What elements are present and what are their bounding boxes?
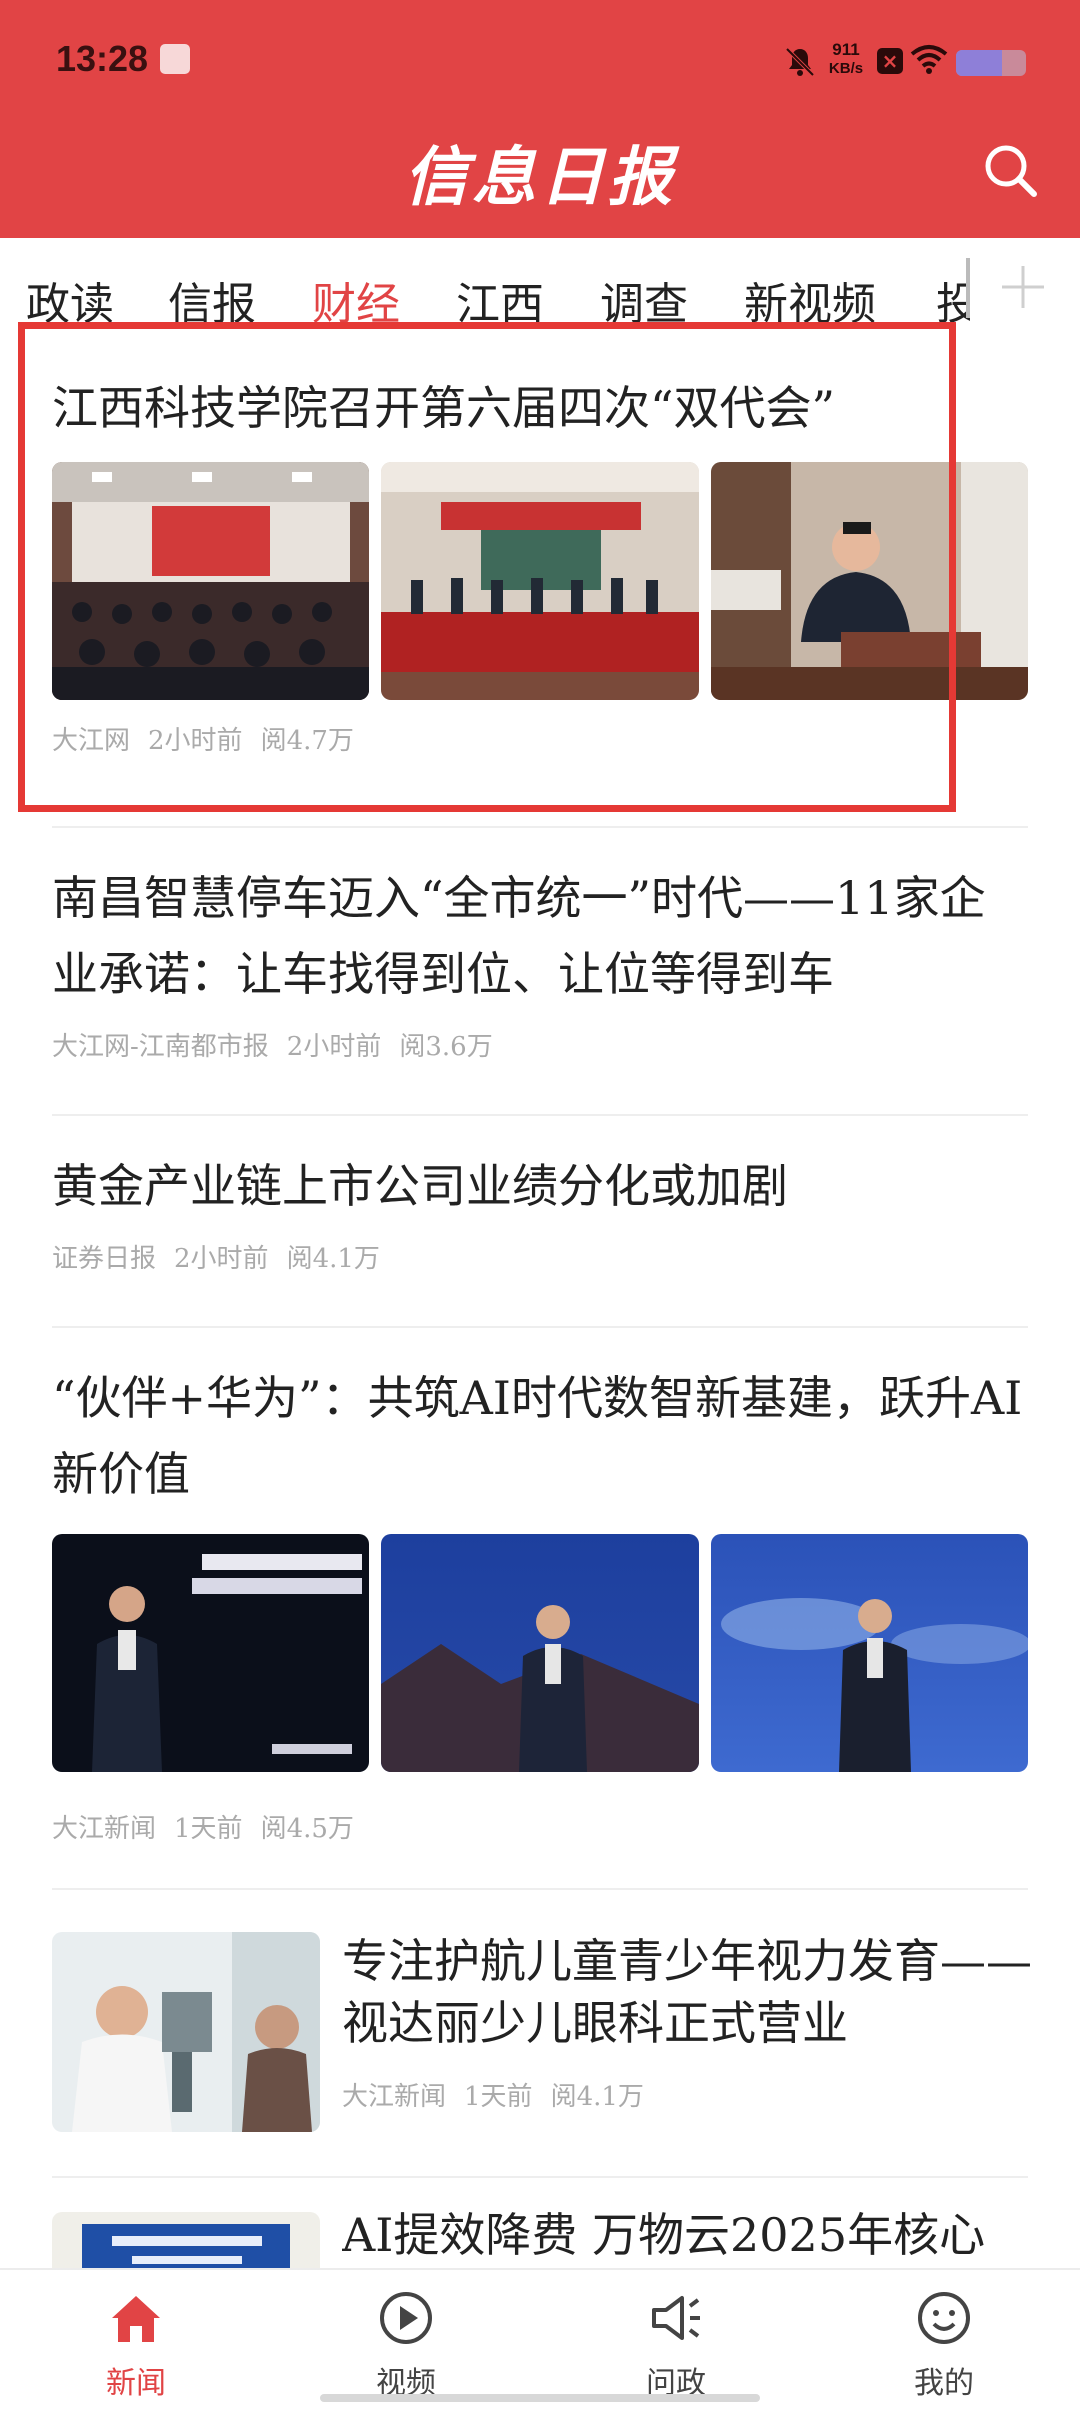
app-header: 13:28 911 KB/s × 信息日报 bbox=[0, 0, 1080, 238]
news-time: 2小时前 bbox=[148, 726, 243, 756]
news-source: 大江网-江南都市报 bbox=[52, 1032, 269, 1062]
app-notification-icon: × bbox=[877, 48, 903, 74]
bottom-nav: 新闻 视频 问政 我的 bbox=[0, 2268, 1080, 2410]
battery-level bbox=[956, 50, 1002, 76]
news-image[interactable] bbox=[710, 462, 1028, 700]
home-icon bbox=[112, 2296, 160, 2342]
news-time: 1天前 bbox=[174, 1814, 243, 1844]
add-channel-icon[interactable] bbox=[998, 262, 1048, 312]
tab-divider bbox=[966, 258, 970, 318]
divider bbox=[52, 1114, 1028, 1116]
tab-tou[interactable]: 投 bbox=[936, 268, 970, 332]
net-speed-value: 911 bbox=[832, 40, 860, 59]
tab-caijing[interactable]: 财经 bbox=[312, 268, 400, 332]
news-title[interactable]: AI提效降费 万物云2025年核心 bbox=[342, 2204, 1032, 2266]
divider bbox=[52, 1888, 1028, 1890]
battery-icon bbox=[956, 50, 1026, 76]
news-reads: 阅3.6万 bbox=[399, 1032, 493, 1062]
news-time: 2小时前 bbox=[286, 1032, 382, 1062]
news-meta: 大江新闻 1天前 阅4.1万 bbox=[342, 2076, 1032, 2113]
news-item[interactable]: “伙伴+华为”：共筑AI时代数智新基建，跃升AI新价值 大江新闻 1天前 阅4.… bbox=[52, 1360, 1028, 1845]
news-meta: 大江新闻 1天前 阅4.5万 bbox=[52, 1808, 1028, 1845]
wifi-icon bbox=[910, 45, 948, 74]
news-reads: 阅4.7万 bbox=[260, 726, 354, 756]
tab-zhengdu[interactable]: 政读 bbox=[26, 268, 114, 332]
news-source: 证券日报 bbox=[52, 1244, 157, 1274]
news-title[interactable]: 江西科技学院召开第六届四次“双代会” bbox=[52, 370, 1028, 446]
net-speed-unit: KB/s bbox=[828, 60, 864, 77]
nav-news[interactable]: 新闻 bbox=[66, 2288, 206, 2402]
news-image[interactable] bbox=[52, 1534, 370, 1772]
tab-xinbao[interactable]: 信报 bbox=[168, 268, 256, 332]
nav-label: 我的 bbox=[914, 2366, 974, 2401]
play-icon bbox=[380, 2292, 432, 2344]
news-image[interactable] bbox=[52, 1932, 320, 2132]
news-title[interactable]: 专注护航儿童青少年视力发育——视达丽少儿眼科正式营业 bbox=[342, 1930, 1032, 2054]
news-meta: 证券日报 2小时前 阅4.1万 bbox=[52, 1238, 1028, 1275]
search-icon[interactable] bbox=[980, 140, 1040, 200]
news-source: 大江网 bbox=[52, 726, 131, 756]
news-meta: 大江网 2小时前 阅4.7万 bbox=[52, 720, 1028, 757]
news-reads: 阅4.1万 bbox=[286, 1244, 380, 1274]
news-image[interactable] bbox=[381, 1534, 699, 1772]
news-image[interactable] bbox=[52, 2212, 320, 2270]
news-image[interactable] bbox=[381, 462, 699, 700]
tab-diaocha[interactable]: 调查 bbox=[600, 268, 688, 332]
home-indicator[interactable] bbox=[320, 2394, 760, 2402]
news-image[interactable] bbox=[710, 1534, 1028, 1772]
news-reads: 阅4.5万 bbox=[260, 1814, 354, 1844]
network-speed: 911 KB/s bbox=[822, 40, 870, 78]
mute-bell-icon bbox=[785, 47, 815, 77]
status-time: 13:28 bbox=[56, 38, 149, 79]
notification-icon bbox=[160, 44, 190, 74]
nav-label: 新闻 bbox=[106, 2366, 166, 2401]
tab-jiangxi[interactable]: 江西 bbox=[456, 268, 544, 332]
news-reads: 阅4.1万 bbox=[550, 2082, 644, 2112]
news-time: 2小时前 bbox=[174, 1244, 269, 1274]
smile-icon bbox=[918, 2292, 970, 2344]
news-image[interactable] bbox=[52, 462, 370, 700]
app-logo: 信息日报 bbox=[404, 140, 676, 215]
news-source: 大江新闻 bbox=[52, 1814, 157, 1844]
news-feed[interactable]: 江西科技学院召开第六届四次“双代会” 大江网 2小时前 阅4.7万 南昌智慧停车… bbox=[0, 330, 1080, 2270]
nav-wenzheng[interactable]: 问政 bbox=[606, 2288, 746, 2402]
news-time: 1天前 bbox=[464, 2082, 533, 2112]
news-title[interactable]: “伙伴+华为”：共筑AI时代数智新基建，跃升AI新价值 bbox=[52, 1360, 1028, 1512]
megaphone-icon bbox=[652, 2296, 700, 2340]
image-row bbox=[52, 462, 1028, 700]
channel-tabs: 政读 信报 财经 江西 调查 新视频 投 bbox=[0, 238, 1080, 330]
image-row bbox=[52, 1534, 1028, 1772]
divider bbox=[52, 2176, 1028, 2178]
news-text-block: AI提效降费 万物云2025年核心 bbox=[342, 2204, 1032, 2266]
news-item[interactable]: 南昌智慧停车迈入“全市统一”时代——11家企业承诺：让车找得到位、让位等得到车 … bbox=[52, 860, 1028, 1063]
news-item[interactable]: 黄金产业链上市公司业绩分化或加剧 证券日报 2小时前 阅4.1万 bbox=[52, 1148, 1028, 1275]
news-title[interactable]: 南昌智慧停车迈入“全市统一”时代——11家企业承诺：让车找得到位、让位等得到车 bbox=[52, 860, 1028, 1012]
tab-xinshipin[interactable]: 新视频 bbox=[744, 268, 876, 332]
divider bbox=[52, 1326, 1028, 1328]
status-bar: 13:28 911 KB/s × bbox=[0, 0, 1080, 120]
nav-mine[interactable]: 我的 bbox=[874, 2288, 1014, 2402]
news-item[interactable]: 江西科技学院召开第六届四次“双代会” 大江网 2小时前 阅4.7万 bbox=[52, 370, 1028, 757]
news-source: 大江新闻 bbox=[342, 2082, 447, 2112]
divider bbox=[52, 826, 1028, 828]
news-text-block: 专注护航儿童青少年视力发育——视达丽少儿眼科正式营业 大江新闻 1天前 阅4.1万 bbox=[342, 1930, 1032, 2113]
news-title[interactable]: 黄金产业链上市公司业绩分化或加剧 bbox=[52, 1148, 1028, 1224]
news-meta: 大江网-江南都市报 2小时前 阅3.6万 bbox=[52, 1026, 1028, 1063]
nav-video[interactable]: 视频 bbox=[336, 2288, 476, 2402]
